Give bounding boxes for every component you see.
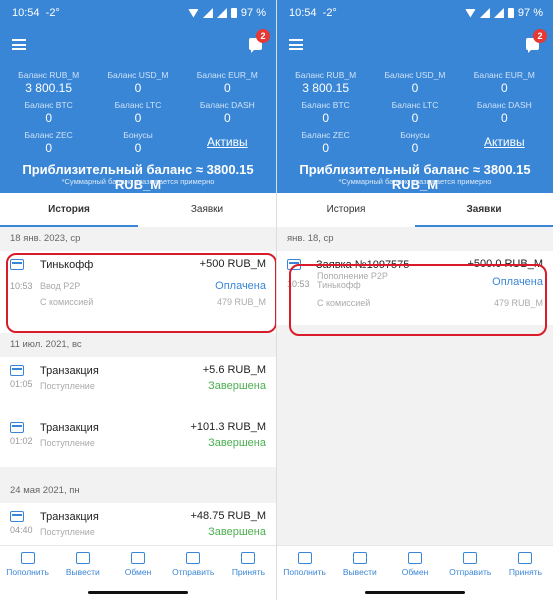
- nav-receive[interactable]: Принять: [498, 546, 553, 585]
- card-icon: [10, 422, 24, 433]
- tab-bar: История Заявки: [0, 193, 276, 227]
- balance-header: 10:54 -2° 97 % 2 Баланс RUB_M 3 800.15 Ба…: [277, 0, 553, 193]
- bottom-nav: Пополнить Вывести Обмен Отправить Принят…: [277, 545, 553, 585]
- gesture-bar: [0, 585, 276, 600]
- nav-exchange[interactable]: Обмен: [387, 546, 442, 585]
- tab-requests[interactable]: Заявки: [415, 193, 553, 227]
- transaction-row[interactable]: 01:02 Транзакция +101.3 RUB_M Поступлени…: [0, 414, 276, 459]
- receive-icon: [241, 552, 256, 564]
- chat-badge: 2: [256, 29, 270, 43]
- history-list: 18 янв. 2023, ср 10:53 Тинькофф +500 RUB…: [0, 227, 276, 545]
- approx-note: *Суммарный баланс указывается примерно: [338, 177, 492, 186]
- withdraw-icon: [352, 552, 367, 564]
- balance-usd: Баланс USD_M 0: [384, 70, 446, 95]
- balance-zec: Баланс ZEC 0: [301, 130, 350, 155]
- tab-requests[interactable]: Заявки: [138, 193, 276, 227]
- assets-link-cell: Активы: [460, 130, 549, 156]
- status-temp: -2°: [322, 7, 337, 19]
- assets-link[interactable]: Активы: [460, 130, 549, 150]
- balance-dash: Баланс DASH 0: [476, 100, 532, 125]
- balance-grid: Баланс RUB_M 3 800.15 Баланс USD_M 0 Балан…: [4, 70, 272, 156]
- deposit-icon: [20, 552, 35, 564]
- requests-screen: 10:54 -2° 97 % 2 Баланс RUB_M 3 800.15 Ба…: [277, 0, 553, 600]
- battery-level: 97 %: [240, 7, 266, 19]
- balance-bonus: Бонусы 0: [400, 130, 430, 155]
- wifi-icon: [187, 8, 199, 18]
- balance-eur: Баланс EUR_M 0: [196, 70, 258, 95]
- send-icon: [463, 552, 478, 564]
- status-badge: Завершена: [208, 437, 266, 449]
- balance-ltc: Баланс LTC 0: [391, 100, 439, 125]
- card-icon: [10, 365, 24, 376]
- nav-withdraw[interactable]: Вывести: [55, 546, 110, 585]
- requests-list: янв. 18, ср 10:53 Заявка №1097575 +500.0…: [277, 227, 553, 545]
- nav-send[interactable]: Отправить: [443, 546, 498, 585]
- date-header: янв. 18, ср: [287, 233, 334, 244]
- history-screen: 10:54 -2° 97 % 2 Баланс RUB_M 3 800.15 Ба…: [0, 0, 276, 600]
- card-icon: [10, 511, 24, 522]
- battery-icon: [230, 8, 237, 18]
- deposit-icon: [297, 552, 312, 564]
- chat-icon[interactable]: 2: [249, 29, 270, 53]
- balance-header: 10:54 -2° 97 % 2 Баланс RUB_M 3 800.15 Ба…: [0, 0, 276, 193]
- highlight-frame: [6, 253, 276, 333]
- gesture-bar: [277, 585, 553, 600]
- date-header: 11 июл. 2021, вс: [10, 339, 82, 350]
- assets-link[interactable]: Активы: [183, 130, 272, 150]
- balance-rub: Баланс RUB_M 3 800.15: [18, 70, 80, 95]
- balance-btc: Баланс BTC 0: [24, 100, 73, 125]
- status-badge: Завершена: [208, 526, 266, 538]
- balance-zec: Баланс ZEC 0: [24, 130, 73, 155]
- status-badge: Завершена: [208, 380, 266, 392]
- tab-bar: История Заявки: [277, 193, 553, 227]
- exchange-icon: [131, 552, 145, 564]
- exchange-icon: [408, 552, 422, 564]
- chat-icon[interactable]: 2: [526, 29, 547, 53]
- signal-icon-2: [493, 8, 504, 18]
- tab-history[interactable]: История: [277, 193, 415, 227]
- date-header: 24 мая 2021, пн: [10, 485, 80, 496]
- signal-icon: [202, 8, 213, 18]
- nav-deposit[interactable]: Пополнить: [277, 546, 332, 585]
- balance-grid: Баланс RUB_M 3 800.15 Баланс USD_M 0 Балан…: [281, 70, 549, 156]
- battery-level: 97 %: [517, 7, 543, 19]
- nav-deposit[interactable]: Пополнить: [0, 546, 55, 585]
- send-icon: [186, 552, 201, 564]
- nav-withdraw[interactable]: Вывести: [332, 546, 387, 585]
- balance-btc: Баланс BTC 0: [301, 100, 350, 125]
- balance-dash: Баланс DASH 0: [199, 100, 255, 125]
- list-card: 01:05 Транзакция +5.6 RUB_M Поступление …: [0, 357, 276, 467]
- approx-note: *Суммарный баланс указывается примерно: [61, 177, 215, 186]
- tab-history[interactable]: История: [0, 193, 138, 227]
- status-temp: -2°: [45, 7, 60, 19]
- balance-rub: Баланс RUB_M 3 800.15: [295, 70, 357, 95]
- nav-exchange[interactable]: Обмен: [110, 546, 165, 585]
- signal-icon: [479, 8, 490, 18]
- withdraw-icon: [75, 552, 90, 564]
- nav-receive[interactable]: Принять: [221, 546, 276, 585]
- transaction-row[interactable]: 04:40 Транзакция +48.75 RUB_M Поступлени…: [0, 503, 276, 545]
- bottom-nav: Пополнить Вывести Обмен Отправить Принят…: [0, 545, 276, 585]
- signal-icon-2: [216, 8, 227, 18]
- highlight-frame: [289, 264, 547, 336]
- menu-icon[interactable]: [289, 39, 303, 50]
- nav-send[interactable]: Отправить: [166, 546, 221, 585]
- chat-badge: 2: [533, 29, 547, 43]
- status-time: 10:54: [289, 7, 317, 19]
- balance-ltc: Баланс LTC 0: [114, 100, 162, 125]
- status-bar: 10:54 -2° 97 %: [289, 6, 543, 20]
- date-header: 18 янв. 2023, ср: [10, 233, 81, 244]
- wifi-icon: [464, 8, 476, 18]
- battery-icon: [507, 8, 514, 18]
- balance-usd: Баланс USD_M 0: [107, 70, 169, 95]
- balance-bonus: Бонусы 0: [123, 130, 153, 155]
- balance-eur: Баланс EUR_M 0: [473, 70, 535, 95]
- transaction-row[interactable]: 01:05 Транзакция +5.6 RUB_M Поступление …: [0, 357, 276, 402]
- list-card: 04:40 Транзакция +48.75 RUB_M Поступлени…: [0, 503, 276, 545]
- assets-link-cell: Активы: [183, 130, 272, 156]
- menu-icon[interactable]: [12, 39, 26, 50]
- status-time: 10:54: [12, 7, 40, 19]
- receive-icon: [518, 552, 533, 564]
- status-bar: 10:54 -2° 97 %: [12, 6, 266, 20]
